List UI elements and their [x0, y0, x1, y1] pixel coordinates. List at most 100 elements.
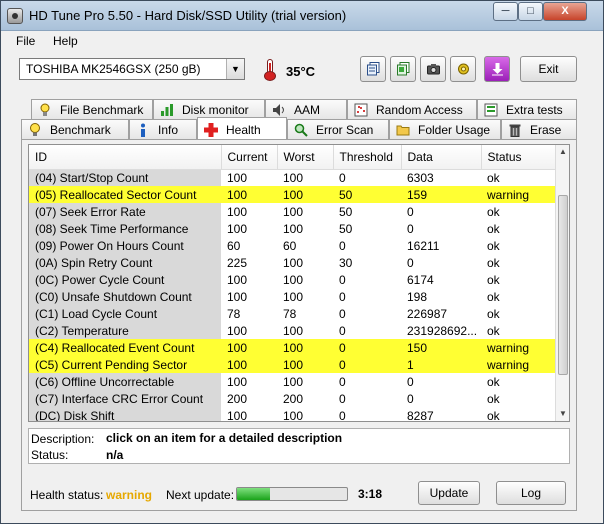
table-row[interactable]: (C2) Temperature 100 100 0 231928692... ok	[29, 322, 557, 339]
column-header-worst[interactable]: Worst	[277, 145, 334, 170]
cell-id: (C7) Interface CRC Error Count	[29, 390, 221, 407]
cell-current: 78	[227, 306, 241, 321]
menu-help[interactable]: Help	[53, 34, 78, 48]
column-header-status[interactable]: Status	[481, 145, 558, 170]
cell-threshold: 0	[339, 408, 346, 422]
cell-worst: 100	[283, 204, 304, 219]
cell-threshold: 50	[339, 204, 353, 219]
menu-file[interactable]: File	[16, 34, 35, 48]
close-button[interactable]: X	[543, 2, 587, 21]
scroll-up-icon[interactable]: ▲	[556, 145, 569, 159]
smart-attributes-table[interactable]: ID Current Worst Threshold Data Status (…	[28, 144, 570, 422]
table-row[interactable]: (0A) Spin Retry Count 225 100 30 0 ok	[29, 254, 557, 271]
tab-extra-tests[interactable]: Extra tests	[477, 99, 577, 119]
log-button[interactable]: Log	[496, 481, 566, 505]
cell-current: 100	[227, 408, 248, 422]
scroll-thumb[interactable]	[558, 195, 568, 375]
table-row[interactable]: (C7) Interface CRC Error Count 200 200 0 0 ok	[29, 390, 557, 407]
cell-id: (04) Start/Stop Count	[29, 169, 221, 186]
title-bar[interactable]: HD Tune Pro 5.50 - Hard Disk/SSD Utility…	[1, 1, 603, 31]
cell-status: ok	[487, 255, 500, 270]
cell-worst: 200	[283, 391, 304, 406]
table-row[interactable]: (C1) Load Cycle Count 78 78 0 226987 ok	[29, 305, 557, 322]
cell-worst: 100	[277, 356, 333, 373]
tab-folder-usage[interactable]: Folder Usage	[389, 119, 501, 139]
tab-health[interactable]: Health	[197, 117, 287, 139]
chevron-down-icon[interactable]: ▼	[226, 59, 244, 79]
tab-aam[interactable]: AAM	[265, 99, 347, 119]
cell-current: 100	[227, 204, 248, 219]
table-row[interactable]: (DC) Disk Shift 100 100 0 8287 ok	[29, 407, 557, 422]
next-update-label: Next update:	[166, 488, 235, 502]
column-header-current[interactable]: Current	[221, 145, 278, 170]
cell-threshold: 0	[333, 356, 401, 373]
copy-text-button[interactable]	[360, 56, 386, 82]
cell-threshold: 0	[333, 339, 401, 356]
cell-id: (05) Reallocated Sector Count	[29, 186, 221, 203]
cell-id: (07) Seek Error Rate	[29, 203, 221, 220]
cell-threshold: 0	[339, 238, 346, 253]
temperature-readout: 35°C	[286, 64, 316, 79]
info-icon	[141, 123, 145, 137]
cell-status: ok	[487, 289, 500, 304]
copy-info-button[interactable]	[390, 56, 416, 82]
exit-button[interactable]: Exit	[520, 56, 577, 82]
update-button[interactable]: Update	[418, 481, 480, 505]
table-row[interactable]: (09) Power On Hours Count 60 60 0 16211 ok	[29, 237, 557, 254]
save-button[interactable]	[484, 56, 510, 82]
maximize-button[interactable]: □	[518, 2, 543, 21]
column-header-data[interactable]: Data	[401, 145, 482, 170]
tab-random-access[interactable]: Random Access	[347, 99, 477, 119]
screenshot-button[interactable]	[420, 56, 446, 82]
cell-current: 100	[227, 221, 248, 236]
table-row[interactable]: (C4) Reallocated Event Count 100 100 0 150 wa…	[29, 339, 557, 356]
health-status-label: Health status:	[30, 488, 104, 502]
save-icon	[492, 63, 503, 76]
minimize-button[interactable]: ─	[493, 2, 518, 21]
countdown-timer: 3:18	[358, 487, 383, 501]
cell-data: 231928692...	[407, 323, 478, 338]
tab-row-bottom: Benchmark Info Health Error Scan Folder …	[21, 117, 577, 139]
tab-erase[interactable]: Erase	[501, 119, 577, 139]
cell-id: (C0) Unsafe Shutdown Count	[29, 288, 221, 305]
table-row[interactable]: (C0) Unsafe Shutdown Count 100 100 0 198 ok	[29, 288, 557, 305]
table-row[interactable]: (C6) Offline Uncorrectable 100 100 0 0 ok	[29, 373, 557, 390]
cell-status: ok	[487, 204, 500, 219]
table-row[interactable]: (08) Seek Time Performance 100 100 50 0 ok	[29, 220, 557, 237]
tab-benchmark[interactable]: Benchmark	[21, 119, 129, 139]
vertical-scrollbar[interactable]: ▲ ▼	[555, 145, 569, 421]
cell-worst: 100	[283, 272, 304, 287]
column-header-threshold[interactable]: Threshold	[333, 145, 402, 170]
lightbulb-icon	[30, 123, 40, 136]
cell-worst: 100	[283, 289, 304, 304]
cell-data: 0	[407, 204, 414, 219]
hard-disk-app-icon[interactable]	[7, 8, 23, 24]
table-row[interactable]: (C5) Current Pending Sector 100 100 0 1 warni…	[29, 356, 557, 373]
options-button[interactable]	[450, 56, 476, 82]
cell-current: 100	[227, 272, 248, 287]
scroll-down-icon[interactable]: ▼	[556, 407, 569, 421]
health-status-value: warning	[106, 488, 153, 502]
trash-icon	[509, 124, 521, 137]
drive-select[interactable]: TOSHIBA MK2546GSX (250 gB) ▼	[19, 58, 245, 80]
next-update-progress	[236, 487, 348, 501]
tab-info[interactable]: Info	[129, 119, 197, 139]
table-row[interactable]: (04) Start/Stop Count 100 100 0 6303 ok	[29, 169, 557, 186]
cell-current: 100	[221, 339, 277, 356]
file-benchmark-icon	[40, 103, 50, 116]
drive-select-value: TOSHIBA MK2546GSX (250 gB)	[26, 62, 201, 76]
table-row[interactable]: (05) Reallocated Sector Count 100 100 50 159…	[29, 186, 557, 203]
cell-status: ok	[487, 238, 500, 253]
cell-data: 0	[407, 255, 414, 270]
cell-threshold: 0	[339, 374, 346, 389]
column-header-id[interactable]: ID	[29, 145, 222, 170]
cell-worst: 60	[283, 238, 297, 253]
cell-status: ok	[487, 391, 500, 406]
table-row[interactable]: (07) Seek Error Rate 100 100 50 0 ok	[29, 203, 557, 220]
table-row[interactable]: (0C) Power Cycle Count 100 100 0 6174 ok	[29, 271, 557, 288]
tab-file-benchmark[interactable]: File Benchmark	[31, 99, 153, 119]
tab-error-scan[interactable]: Error Scan	[287, 119, 389, 139]
cell-worst: 100	[283, 374, 304, 389]
cell-threshold: 0	[339, 323, 346, 338]
tab-disk-monitor[interactable]: Disk monitor	[153, 99, 265, 119]
